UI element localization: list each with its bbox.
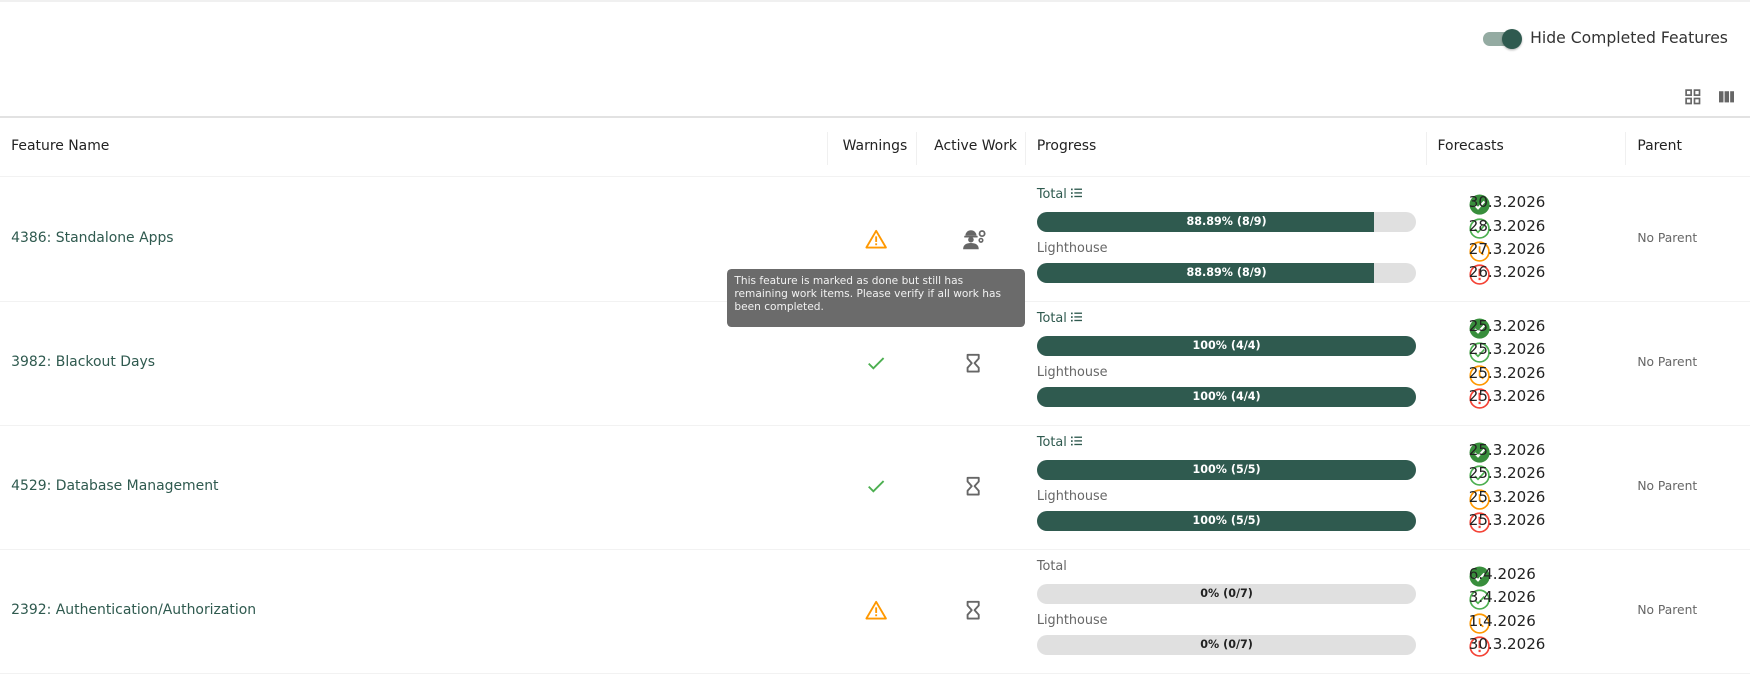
hide-completed-label: Hide Completed Features [1530,28,1728,47]
total-progress-label[interactable]: Total [1037,435,1083,450]
table-row: 2392: Authentication/Authorization Total… [0,549,1750,674]
total-progress-bar: 0% (0/7) [1036,583,1417,604]
parent-value: No Parent [1637,478,1698,493]
total-progress-label[interactable]: Total [1037,311,1083,326]
features-page: Hide Completed Features Feature Name War… [0,0,1750,674]
lighthouse-progress-label: Lighthouse [1036,364,1108,380]
total-progress-label[interactable]: Total [1037,187,1083,202]
lighthouse-progress-bar: 0% (0/7) [1036,635,1417,656]
feature-name-link[interactable]: 3982: Blackout Days [11,354,155,370]
warning-icon[interactable] [865,228,887,250]
header-parent[interactable]: Parent [1637,138,1682,154]
column-view-icon[interactable] [1718,89,1735,105]
header-feature-name[interactable]: Feature Name [11,138,109,154]
hide-completed-toggle[interactable] [1483,28,1523,49]
hourglass-icon [962,599,989,621]
check-icon[interactable] [865,352,887,374]
header-progress[interactable]: Progress [1037,138,1096,154]
total-progress-label: Total [1036,559,1067,575]
column-divider [916,131,918,166]
total-progress-bar: 100% (4/4) [1036,335,1417,357]
header-forecasts[interactable]: Forecasts [1438,138,1504,154]
check-icon[interactable] [865,475,887,497]
feature-name-link[interactable]: 4386: Standalone Apps [11,230,173,246]
feature-name-link[interactable]: 2392: Authentication/Authorization [11,602,256,618]
warning-tooltip: This feature is marked as done but still… [726,268,1025,327]
lighthouse-progress-label: Lighthouse [1036,241,1108,257]
parent-value: No Parent [1637,231,1698,246]
lighthouse-progress-bar: 100% (4/4) [1036,387,1417,408]
header-active-work[interactable]: Active Work [934,138,1017,154]
column-divider [1625,131,1627,166]
header-warnings[interactable]: Warnings [843,138,908,154]
toolbar: Hide Completed Features [0,0,1750,119]
table-row: 4529: Database Management Total 100% (5/… [0,425,1750,551]
lighthouse-progress-label: Lighthouse [1036,612,1108,628]
feature-name-link[interactable]: 4529: Database Management [11,478,218,494]
list-icon[interactable] [1067,311,1083,326]
column-divider [1024,131,1026,166]
lighthouse-progress-bar: 88.89% (8/9) [1036,263,1417,284]
lighthouse-progress-label: Lighthouse [1036,488,1108,504]
total-progress-bar: 88.89% (8/9) [1036,212,1417,233]
list-icon[interactable] [1067,435,1083,450]
list-icon[interactable] [1067,187,1083,202]
total-progress-bar: 100% (5/5) [1036,459,1417,480]
parent-value: No Parent [1637,354,1698,369]
active-worker-icon [962,228,989,250]
grid-view-icon[interactable] [1685,89,1701,105]
lighthouse-progress-bar: 100% (5/5) [1036,511,1417,532]
hourglass-icon [962,475,989,497]
column-divider [827,131,829,166]
warning-icon[interactable] [865,599,887,621]
hourglass-icon [962,352,989,374]
column-divider [1426,131,1428,166]
parent-value: No Parent [1637,602,1698,617]
